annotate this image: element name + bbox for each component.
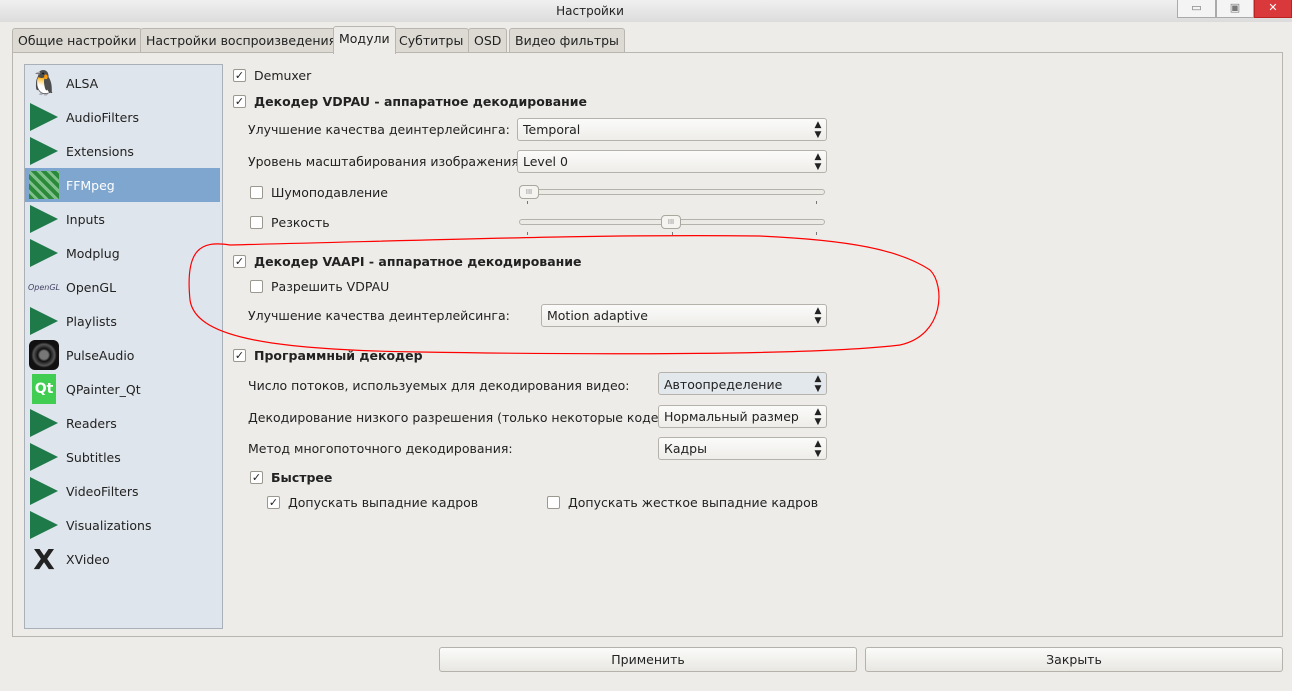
tab-modules[interactable]: Модули bbox=[333, 26, 396, 54]
close-button[interactable]: Закрыть bbox=[865, 647, 1283, 672]
apply-button[interactable]: Применить bbox=[439, 647, 857, 672]
red-annotation-ellipse bbox=[188, 235, 940, 355]
